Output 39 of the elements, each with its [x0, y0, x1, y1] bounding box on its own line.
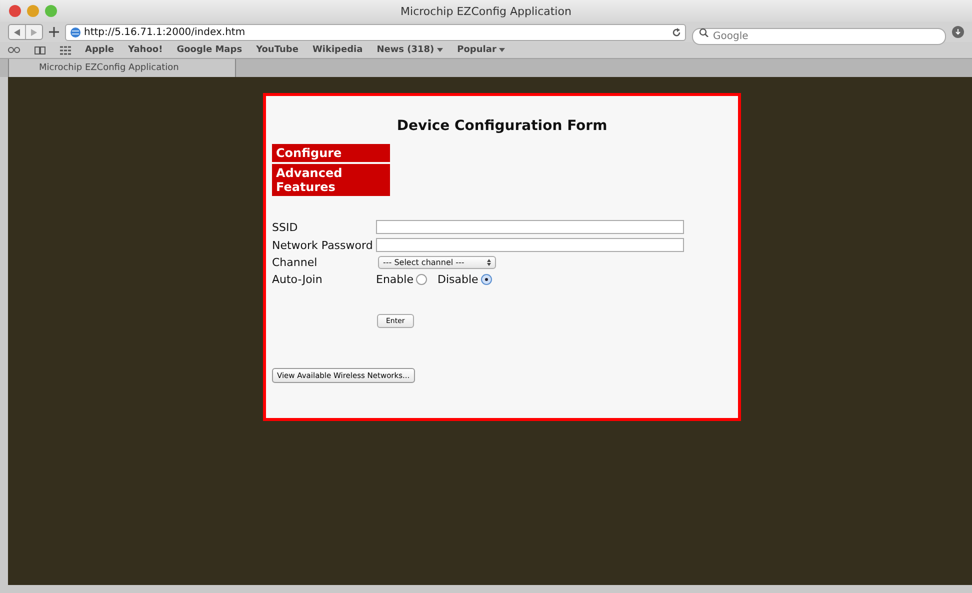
bookmark-link[interactable]: News (318) — [376, 45, 434, 55]
bookmark-link[interactable]: Google Maps — [176, 45, 242, 55]
bookmark-link[interactable]: Apple — [85, 45, 114, 55]
radio-label: Disable — [437, 273, 478, 286]
bookmark-link[interactable]: Popular — [457, 45, 496, 55]
add-icon[interactable] — [49, 27, 59, 37]
reload-icon[interactable] — [672, 28, 681, 36]
nav-link[interactable]: Advanced Features — [272, 164, 390, 196]
text-field[interactable] — [376, 238, 684, 252]
bookmark-link[interactable]: YouTube — [256, 45, 298, 55]
back-arrow-icon — [14, 28, 20, 36]
address-field[interactable]: http://5.16.71.1:2000/index.htm — [65, 24, 686, 40]
forward-arrow-icon — [31, 28, 37, 36]
text-field[interactable] — [376, 220, 684, 234]
bookmark-link[interactable]: Wikipedia — [312, 45, 363, 55]
field-label: Network Password — [272, 238, 374, 252]
search-icon — [699, 28, 709, 36]
caret-icon[interactable] — [437, 48, 444, 52]
nav-link[interactable]: Configure — [272, 144, 390, 162]
form-title: Device Configuration Form — [396, 118, 608, 134]
grid-icon[interactable] — [60, 46, 71, 54]
radio-label: Enable — [376, 273, 414, 286]
radio-button[interactable] — [481, 274, 492, 285]
radio-button[interactable] — [416, 274, 428, 285]
field-label: SSID — [272, 220, 299, 234]
channel-select[interactable]: --- Select channel --- — [378, 256, 496, 269]
window-title: Microchip EZConfig Application — [400, 4, 572, 18]
search-field[interactable]: Google — [692, 28, 946, 44]
globe-icon — [70, 26, 81, 38]
bookmark-link[interactable]: Yahoo! — [128, 45, 163, 55]
download-icon[interactable] — [952, 26, 964, 38]
stepper-arrows-icon — [487, 259, 491, 266]
field-label: Auto-Join — [272, 273, 324, 286]
book-icon[interactable] — [34, 46, 46, 54]
field-label: Channel — [272, 256, 318, 269]
glasses-icon[interactable] — [8, 46, 20, 54]
caret-icon[interactable] — [499, 48, 506, 52]
window-control-button[interactable] — [9, 5, 21, 17]
browser-tab[interactable]: Microchip EZConfig Application — [8, 59, 236, 77]
